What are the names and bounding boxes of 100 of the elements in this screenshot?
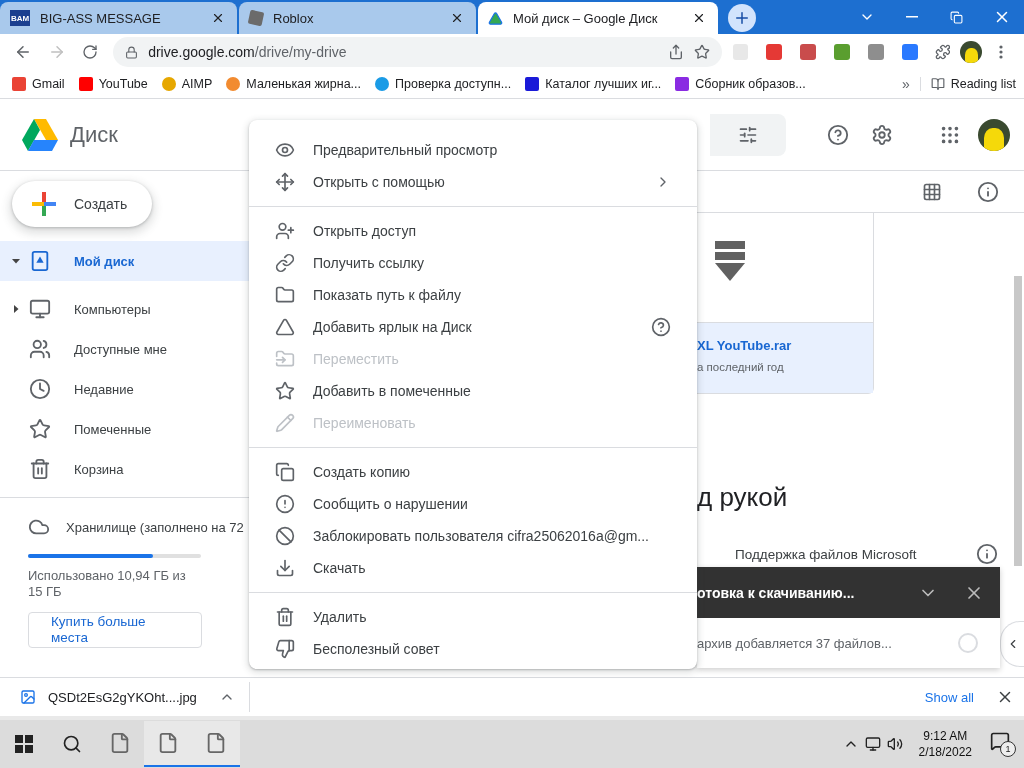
plus-icon: [32, 192, 56, 216]
nav-item[interactable]: Компьютеры: [0, 289, 250, 329]
nav-item[interactable]: Доступные мне: [0, 329, 250, 369]
clock-icon: [29, 378, 51, 400]
menu-item[interactable]: Заблокировать пользователя cifra25062016a@gm...: [249, 520, 697, 552]
drive-icon: [29, 250, 51, 272]
menu-item[interactable]: Открыть доступ: [249, 215, 697, 247]
file-icon: [157, 732, 179, 754]
nav-item[interactable]: Корзина: [0, 449, 250, 489]
panel-status: архив добавляется 37 файлов...: [697, 635, 892, 651]
caret-down-icon[interactable]: [11, 256, 21, 266]
nav-item[interactable]: Помеченные: [0, 409, 250, 449]
download-file-name[interactable]: QSDt2EsG2gYKOht....jpg: [48, 689, 197, 705]
menu-item[interactable]: Предварительный просмотр: [249, 134, 697, 166]
network-icon[interactable]: [864, 736, 881, 752]
menu-item[interactable]: Получить ссылку: [249, 247, 697, 279]
tab-title: BIG-ASS MESSAGE: [40, 10, 162, 26]
bookmark-star-icon[interactable]: [693, 44, 710, 60]
menu-item[interactable]: Бесполезный совет: [249, 633, 697, 665]
close-icon[interactable]: [450, 11, 464, 25]
book-icon: [930, 77, 945, 91]
taskbar-app[interactable]: [144, 721, 192, 767]
menu-item[interactable]: Скачать: [249, 552, 697, 584]
star-icon: [29, 418, 51, 440]
menu-item[interactable]: Добавить ярлык на Диск: [249, 311, 697, 343]
product-name: Диск: [70, 121, 118, 148]
download-icon: [275, 558, 295, 578]
info-icon[interactable]: [976, 543, 998, 565]
thumbs-down-icon: [275, 639, 295, 659]
figure-icon: [964, 47, 978, 63]
bookmark-link[interactable]: Маленькая жирна...: [226, 77, 362, 91]
caret-right-icon[interactable]: [11, 304, 21, 314]
section-heading: д рукой: [697, 482, 789, 513]
trash-icon: [29, 458, 51, 480]
taskbar-app[interactable]: [192, 721, 240, 767]
menu-item[interactable]: Сообщить о нарушении: [249, 488, 697, 520]
browser-tab[interactable]: Roblox: [239, 2, 476, 34]
site-icon: [375, 77, 390, 91]
file-card[interactable]: XL YouTube.rar а последний год: [697, 213, 874, 394]
notification-button[interactable]: 1: [990, 731, 1016, 757]
extension-icon[interactable]: [901, 44, 918, 60]
windows-icon: [15, 735, 33, 753]
extension-icon[interactable]: [867, 44, 884, 60]
block-icon: [275, 526, 295, 546]
scrollbar[interactable]: [1014, 276, 1022, 566]
bookmark-link[interactable]: Gmail: [12, 77, 65, 91]
link-icon: [275, 253, 295, 273]
browser-tab[interactable]: BAM BIG-ASS MESSAGE: [0, 2, 237, 34]
address-bar[interactable]: drive.google.com/drive/my-drive: [113, 37, 722, 67]
site-icon: [161, 77, 176, 91]
pencil-icon: [275, 413, 295, 433]
menu-icon: [999, 45, 1004, 59]
bookmark-link[interactable]: Проверка доступн...: [375, 77, 512, 91]
help-icon[interactable]: [651, 317, 671, 337]
menu-item[interactable]: Добавить в помеченные: [249, 375, 697, 407]
volume-icon[interactable]: [886, 736, 903, 752]
account-avatar[interactable]: [978, 118, 1010, 151]
bookmark-link[interactable]: AIMP: [161, 77, 213, 91]
bookmarks-overflow[interactable]: »: [901, 76, 910, 92]
reading-list-button[interactable]: Reading list: [919, 77, 1016, 91]
profile-avatar[interactable]: [960, 41, 983, 63]
nav-item[interactable]: Недавние: [0, 369, 250, 409]
bookmark-link[interactable]: YouTube: [78, 77, 148, 91]
share-icon[interactable]: [667, 44, 684, 60]
trash-icon: [275, 607, 295, 627]
buy-storage-button[interactable]: Купить больше места: [28, 612, 202, 648]
lock-icon: [125, 45, 139, 59]
grid-icon: [922, 181, 942, 202]
side-panel-toggle[interactable]: [1000, 621, 1024, 667]
restore-icon: [950, 10, 963, 24]
computer-icon: [29, 298, 51, 320]
extension-icon[interactable]: [766, 44, 783, 60]
menu-item[interactable]: Открыть с помощью: [249, 166, 697, 198]
bookmark-link[interactable]: Сборник образов...: [675, 77, 806, 91]
people-icon: [29, 338, 51, 360]
extensions-icon[interactable]: [934, 44, 951, 60]
browser-tab[interactable]: Мой диск – Google Диск: [478, 2, 718, 34]
tip-text: Поддержка файлов Microsoft: [735, 546, 917, 562]
menu-item[interactable]: Показать путь к файлу: [249, 279, 697, 311]
search-options-button[interactable]: [710, 113, 786, 156]
sliders-icon: [738, 124, 758, 145]
site-icon: [78, 77, 93, 91]
file-icon: [205, 732, 227, 754]
drive-icon: [488, 10, 503, 26]
extension-icon[interactable]: [800, 44, 817, 60]
nav-item[interactable]: Мой диск: [0, 241, 250, 281]
close-icon[interactable]: [692, 11, 706, 25]
eye-icon: [275, 140, 295, 160]
new-tab-button[interactable]: [728, 4, 756, 32]
person-plus-icon: [275, 221, 295, 241]
create-button[interactable]: Создать: [12, 181, 152, 227]
close-icon[interactable]: [211, 11, 225, 25]
menu-item[interactable]: Удалить: [249, 601, 697, 633]
reload-icon: [82, 44, 99, 60]
clock[interactable]: 9:12 AM 2/18/2022: [918, 728, 972, 760]
show-all-link[interactable]: Show all: [924, 689, 974, 705]
archive-icon: [715, 241, 745, 281]
menu-item[interactable]: Создать копию: [249, 456, 697, 488]
plus-icon: [733, 9, 751, 27]
bookmark-link[interactable]: Каталог лучших иг...: [525, 77, 662, 91]
